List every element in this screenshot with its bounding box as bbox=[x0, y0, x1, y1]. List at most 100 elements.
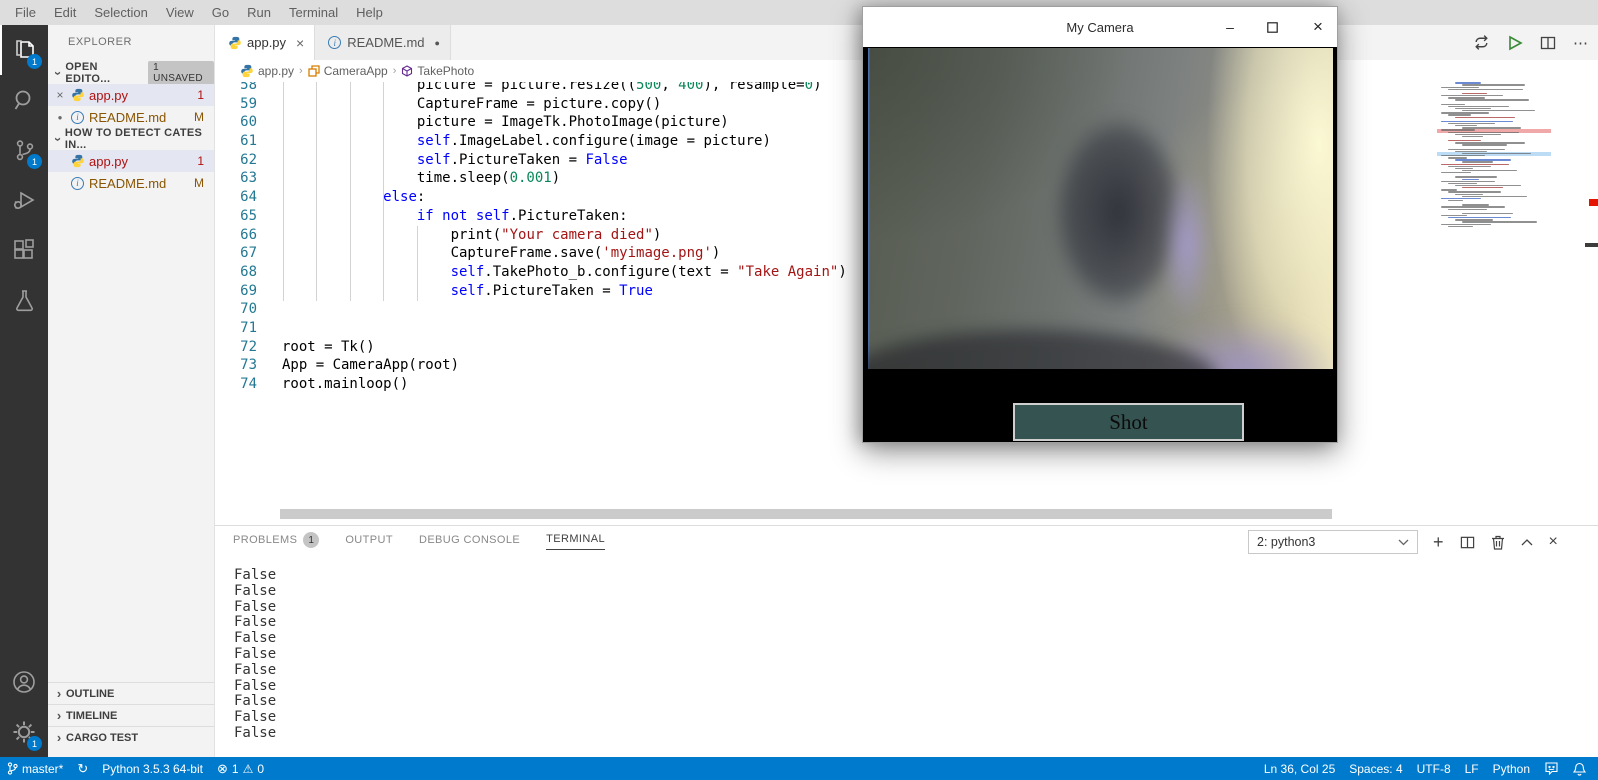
chevron-right-icon: › bbox=[52, 708, 66, 723]
menu-help[interactable]: Help bbox=[347, 0, 392, 25]
chevron-right-icon: › bbox=[52, 730, 66, 745]
activity-testing[interactable] bbox=[0, 275, 48, 325]
feedback-button[interactable] bbox=[1537, 762, 1566, 775]
activity-search[interactable] bbox=[0, 75, 48, 125]
run-debug-icon bbox=[11, 187, 37, 213]
terminal-line: False bbox=[234, 600, 276, 616]
dirty-dot-icon[interactable]: ● bbox=[435, 38, 440, 48]
menu-edit[interactable]: Edit bbox=[45, 0, 85, 25]
close-icon[interactable]: × bbox=[52, 88, 68, 102]
search-icon bbox=[12, 88, 37, 113]
section-outline[interactable]: ›OUTLINE bbox=[48, 682, 214, 704]
maximize-panel-icon[interactable] bbox=[1521, 538, 1533, 546]
camera-window-titlebar[interactable]: My Camera – × bbox=[863, 7, 1337, 47]
terminal-line: False bbox=[234, 615, 276, 631]
line-number: 68 bbox=[215, 263, 257, 282]
minimap[interactable] bbox=[1437, 78, 1551, 230]
panel-tab-debug-console[interactable]: DEBUG CONSOLE bbox=[419, 534, 520, 548]
panel-tab-label: OUTPUT bbox=[345, 534, 393, 546]
tab-app.py[interactable]: app.py × bbox=[215, 25, 315, 60]
indent-guide bbox=[283, 76, 284, 301]
breadcrumb-separator: › bbox=[393, 65, 397, 77]
terminal-line: False bbox=[234, 694, 276, 710]
indentation[interactable]: Spaces: 4 bbox=[1342, 762, 1409, 776]
activity-account[interactable] bbox=[0, 657, 48, 707]
error-count: 1 bbox=[232, 762, 239, 776]
indent-guide bbox=[417, 226, 418, 301]
webcam-preview bbox=[868, 48, 1333, 369]
open-editors-header[interactable]: › OPEN EDITO... 1 UNSAVED bbox=[48, 62, 214, 84]
interpreter-label: Python 3.5.3 64-bit bbox=[102, 762, 203, 776]
shot-button[interactable]: Shot bbox=[1013, 403, 1244, 441]
problems-indicator[interactable]: ⊗ 1 ⚠ 0 bbox=[210, 757, 271, 780]
terminal-output[interactable]: FalseFalseFalseFalseFalseFalseFalseFalse… bbox=[234, 568, 276, 742]
chevron-down-icon bbox=[1398, 539, 1409, 546]
activity-explorer[interactable]: 1 bbox=[0, 25, 48, 75]
line-number: 66 bbox=[215, 226, 257, 245]
file-item-app.py[interactable]: ×app.py1 bbox=[48, 84, 214, 106]
kill-terminal-icon[interactable] bbox=[1491, 535, 1505, 550]
line-number: 61 bbox=[215, 132, 257, 151]
activity-bar: 1 1 1 bbox=[0, 25, 48, 757]
run-python-file-icon[interactable] bbox=[1507, 35, 1523, 51]
notifications-button[interactable] bbox=[1566, 762, 1598, 776]
encoding[interactable]: UTF-8 bbox=[1410, 762, 1458, 776]
sync-button[interactable]: ↻ bbox=[70, 757, 95, 780]
dirty-dot-icon: ● bbox=[52, 113, 68, 122]
close-icon[interactable]: × bbox=[296, 35, 304, 51]
branch-name: master* bbox=[22, 762, 63, 776]
horizontal-scrollbar[interactable] bbox=[280, 509, 1332, 519]
breadcrumb-TakePhoto[interactable]: TakePhoto bbox=[401, 64, 474, 78]
warning-icon: ⚠ bbox=[243, 762, 254, 776]
menu-bar: FileEditSelectionViewGoRunTerminalHelp bbox=[0, 0, 1598, 25]
split-terminal-icon[interactable] bbox=[1460, 535, 1475, 550]
terminal-select[interactable]: 2: python3 bbox=[1248, 530, 1418, 554]
breadcrumb-label: app.py bbox=[258, 64, 294, 78]
panel-tab-terminal[interactable]: TERMINAL bbox=[546, 533, 605, 550]
new-terminal-icon[interactable]: + bbox=[1433, 532, 1444, 553]
menu-terminal[interactable]: Terminal bbox=[280, 0, 347, 25]
breadcrumb-CameraApp[interactable]: CameraApp bbox=[308, 64, 388, 78]
file-item-README.md[interactable]: ●iREADME.mdM bbox=[48, 106, 214, 128]
panel-tab-label: PROBLEMS bbox=[233, 534, 297, 546]
panel-tab-problems[interactable]: PROBLEMS1 bbox=[233, 532, 319, 550]
close-panel-icon[interactable]: × bbox=[1549, 533, 1558, 551]
menu-view[interactable]: View bbox=[157, 0, 203, 25]
menu-selection[interactable]: Selection bbox=[85, 0, 156, 25]
section-cargo-test[interactable]: ›CARGO TEST bbox=[48, 726, 214, 748]
info-icon: i bbox=[327, 35, 342, 50]
method-icon bbox=[401, 65, 413, 77]
tab-label: app.py bbox=[247, 35, 286, 50]
file-item-app.py[interactable]: app.py1 bbox=[48, 150, 214, 172]
file-badge: 1 bbox=[197, 154, 204, 168]
editor-actions: ⋯ bbox=[1473, 25, 1588, 60]
activity-source-control[interactable]: 1 bbox=[0, 125, 48, 175]
breadcrumb-app.py[interactable]: app.py bbox=[237, 64, 294, 79]
open-changes-icon[interactable] bbox=[1473, 34, 1490, 51]
more-actions-icon[interactable]: ⋯ bbox=[1573, 34, 1588, 52]
menu-go[interactable]: Go bbox=[203, 0, 238, 25]
activity-settings[interactable]: 1 bbox=[0, 707, 48, 757]
close-icon[interactable]: × bbox=[1311, 17, 1325, 37]
tab-README.md[interactable]: iREADME.md● bbox=[315, 25, 451, 60]
activity-run-and-debug[interactable] bbox=[0, 175, 48, 225]
language-mode[interactable]: Python bbox=[1486, 762, 1537, 776]
maximize-icon[interactable] bbox=[1267, 22, 1281, 33]
panel-tab-output[interactable]: OUTPUT bbox=[345, 534, 393, 548]
cursor-position[interactable]: Ln 36, Col 25 bbox=[1257, 762, 1342, 776]
activity-extensions[interactable] bbox=[0, 225, 48, 275]
folder-header[interactable]: › HOW TO DETECT CATES IN... bbox=[48, 128, 214, 150]
menu-run[interactable]: Run bbox=[238, 0, 280, 25]
line-number: 67 bbox=[215, 244, 257, 263]
file-item-README.md[interactable]: iREADME.mdM bbox=[48, 172, 214, 194]
minimize-icon[interactable]: – bbox=[1223, 19, 1237, 35]
code-text: root.mainloop() bbox=[257, 375, 408, 394]
split-editor-icon[interactable] bbox=[1540, 35, 1556, 51]
python-interpreter[interactable]: Python 3.5.3 64-bit bbox=[95, 757, 210, 780]
section-timeline[interactable]: ›TIMELINE bbox=[48, 704, 214, 726]
settings-badge: 1 bbox=[27, 736, 42, 751]
eol-sequence[interactable]: LF bbox=[1458, 762, 1486, 776]
menu-file[interactable]: File bbox=[6, 0, 45, 25]
indent-guide bbox=[316, 76, 317, 301]
branch-indicator[interactable]: master* bbox=[0, 757, 70, 780]
